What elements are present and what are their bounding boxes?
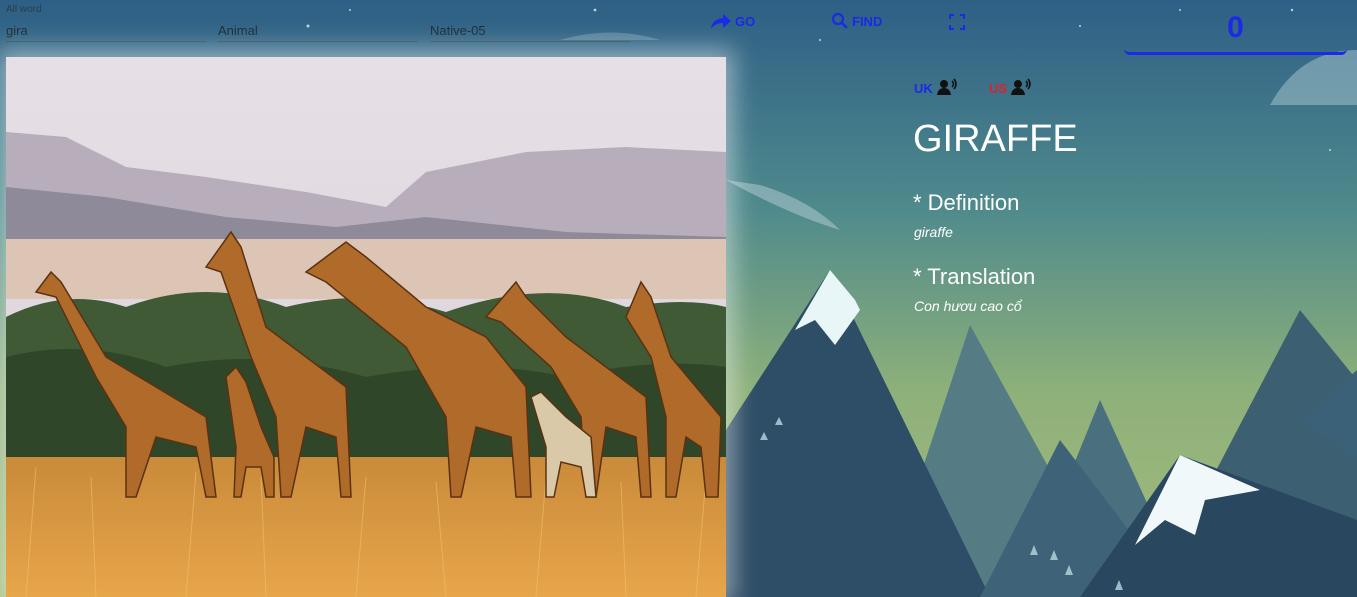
definition-text: giraffe: [914, 224, 953, 240]
speaker-voice-icon: [1011, 78, 1033, 99]
search-word-label: All word: [6, 4, 42, 15]
translation-heading: * Translation: [913, 264, 1036, 289]
definition-heading: * Definition: [913, 190, 1020, 215]
fullscreen-button[interactable]: [949, 14, 965, 30]
fullscreen-icon: [949, 14, 965, 30]
share-arrow-icon: [710, 12, 732, 30]
go-label: GO: [735, 13, 756, 29]
level-field[interactable]: Native-05: [430, 4, 630, 42]
word-image: [6, 57, 726, 597]
us-pronounce-button[interactable]: US: [989, 78, 1033, 99]
uk-label: UK: [914, 81, 933, 96]
speaker-voice-icon: [936, 78, 959, 99]
search-icon: [831, 12, 849, 30]
us-label: US: [989, 81, 1008, 96]
score-display: 0: [1124, 0, 1347, 55]
search-word-field[interactable]: All word gira: [6, 4, 206, 42]
find-label: FIND: [852, 13, 883, 29]
category-value: Animal: [218, 23, 258, 38]
uk-pronounce-button[interactable]: UK: [914, 78, 959, 99]
go-button[interactable]: GO: [710, 12, 755, 30]
search-word-value: gira: [6, 23, 28, 38]
category-field[interactable]: Animal: [218, 4, 418, 42]
translation-text: Con hươu cao cổ: [914, 298, 1022, 314]
level-value: Native-05: [430, 23, 486, 38]
find-button[interactable]: FIND: [831, 12, 882, 30]
word-title: GIRAFFE: [913, 118, 1078, 160]
